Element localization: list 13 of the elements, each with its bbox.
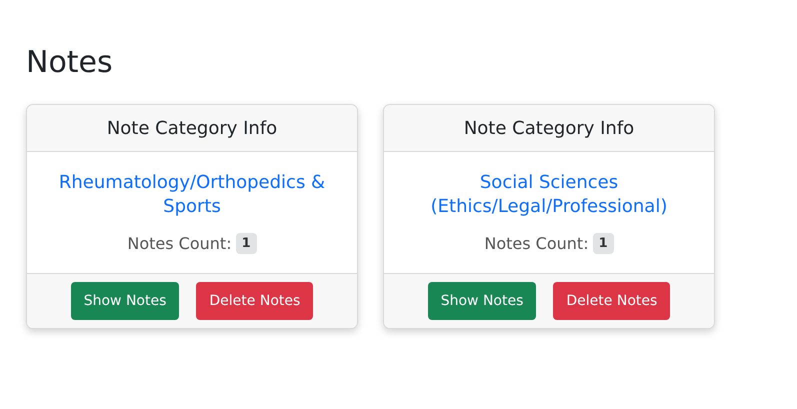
notes-count-label: Notes Count: [484,234,589,253]
delete-notes-button[interactable]: Delete Notes [553,282,670,320]
category-link[interactable]: Rheumatology/Orthopedics & Sports [39,171,345,219]
notes-count-label: Notes Count: [127,234,232,253]
card-header: Note Category Info [27,105,357,152]
card-header: Note Category Info [384,105,714,152]
count-badge: 1 [236,233,257,254]
show-notes-button[interactable]: Show Notes [428,282,536,320]
count-badge: 1 [592,233,614,254]
show-notes-button[interactable]: Show Notes [70,282,180,320]
delete-notes-button[interactable]: Delete Notes [196,282,314,320]
page-title: Notes [26,44,113,82]
category-link[interactable]: Social Sciences (Ethics/Legal/Professional) [396,171,702,219]
